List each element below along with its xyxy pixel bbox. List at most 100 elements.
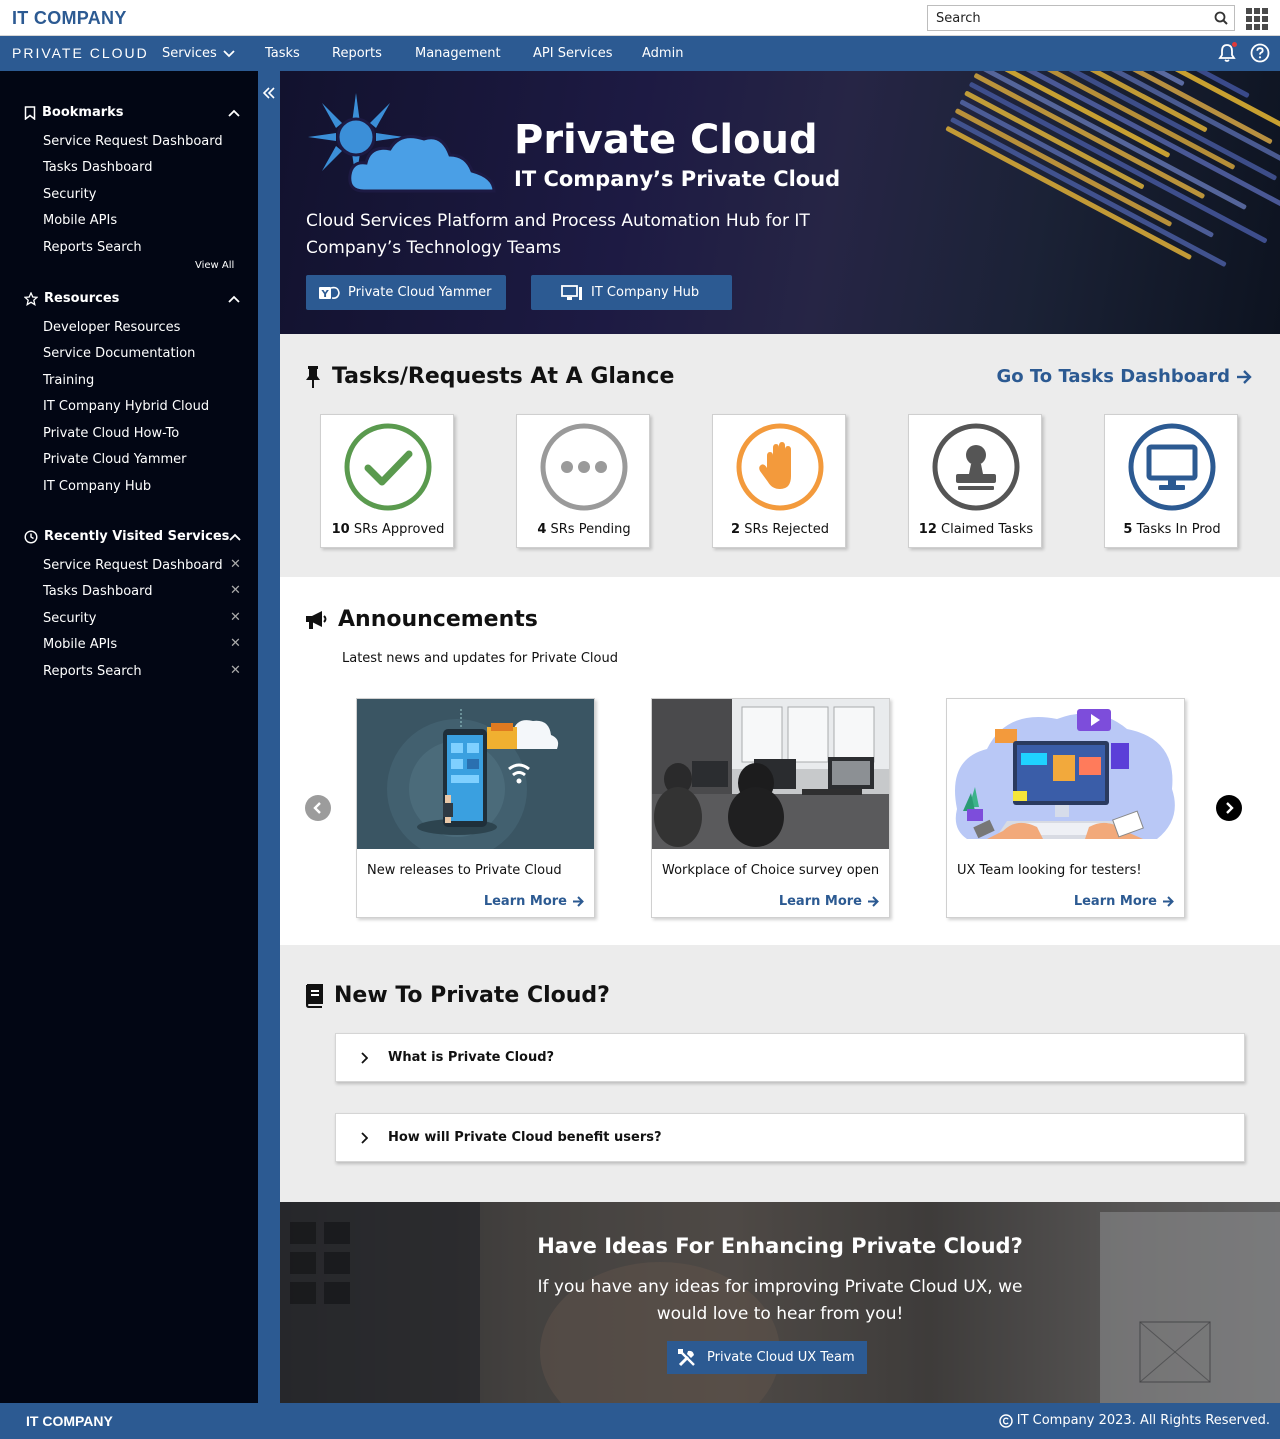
tasks-section: Tasks/Requests At A Glance Go To Tasks D… <box>280 334 1280 577</box>
sidebar-resource-item[interactable]: Developer Resources <box>43 320 180 335</box>
nav-admin[interactable]: Admin <box>642 46 683 61</box>
close-icon[interactable]: ✕ <box>230 636 241 651</box>
hero-banner: Private Cloud IT Company’s Private Cloud… <box>280 71 1280 334</box>
task-card-pending[interactable]: 4 SRs Pending <box>516 414 650 548</box>
sidebar-resource-item[interactable]: Service Documentation <box>43 346 195 361</box>
sidebar-resources-header[interactable]: Resources <box>24 291 119 306</box>
footer-copyright: IT Company 2023. All Rights Reserved. <box>999 1413 1270 1428</box>
sidebar-resources-title: Resources <box>44 291 120 306</box>
task-card-label: 10 SRs Approved <box>321 522 455 537</box>
notification-bell-icon[interactable] <box>1218 42 1237 63</box>
close-icon[interactable]: ✕ <box>230 663 241 678</box>
chevron-right-icon <box>361 1051 368 1064</box>
sidebar-recent-item[interactable]: Mobile APIs <box>43 637 117 652</box>
sidebar-resource-item[interactable]: Private Cloud How-To <box>43 426 179 441</box>
task-count: 12 <box>918 522 937 537</box>
sidebar-resource-item[interactable]: IT Company Hybrid Cloud <box>43 399 209 414</box>
app-grid-icon[interactable] <box>1246 8 1268 30</box>
learn-more-label: Learn More <box>1073 894 1157 909</box>
sidebar-bookmarks-header[interactable]: Bookmarks <box>24 105 124 120</box>
copyright-icon <box>999 1413 1013 1428</box>
task-label-text: SRs Approved <box>353 522 445 537</box>
ux-team-button-label: Private Cloud UX Team <box>707 1350 855 1365</box>
faq-question: How will Private Cloud benefit users? <box>388 1130 662 1145</box>
sidebar-recent-item[interactable]: Security <box>43 611 96 626</box>
footer-logo[interactable]: IT COMPANY <box>26 1413 113 1429</box>
close-icon[interactable]: ✕ <box>230 610 241 625</box>
announcement-card[interactable]: New releases to Private Cloud Learn More <box>356 698 595 918</box>
search-box[interactable] <box>927 5 1235 31</box>
double-chevron-left-icon[interactable] <box>263 87 275 99</box>
announcements-header: Announcements <box>304 607 538 632</box>
view-all-link[interactable]: View All <box>195 260 234 271</box>
announcement-text: New releases to Private Cloud <box>367 863 562 878</box>
faq-benefits[interactable]: How will Private Cloud benefit users? <box>335 1113 1245 1162</box>
sidebar-resource-item[interactable]: Private Cloud Yammer <box>43 452 187 467</box>
announcement-text: UX Team looking for testers! <box>957 863 1142 878</box>
arrow-right-icon <box>868 896 879 907</box>
new-to-title: New To Private Cloud? <box>334 983 610 1008</box>
close-icon[interactable]: ✕ <box>230 583 241 598</box>
sidebar-recent-item[interactable]: Reports Search <box>43 664 142 679</box>
learn-more-link[interactable]: Learn More <box>1074 894 1174 909</box>
company-hub-button[interactable]: IT Company Hub <box>531 275 732 310</box>
sidebar-bookmark-item[interactable]: Tasks Dashboard <box>43 160 153 175</box>
sidebar-recent-item[interactable]: Service Request Dashboard <box>43 558 223 573</box>
ux-team-button[interactable]: Private Cloud UX Team <box>667 1341 867 1374</box>
cloud-phone-illustration <box>357 699 594 849</box>
yammer-button[interactable]: Y Private Cloud Yammer <box>306 275 506 310</box>
ideas-banner: Have Ideas For Enhancing Private Cloud? … <box>280 1202 1280 1403</box>
nav-icons <box>1218 42 1270 63</box>
nav-management[interactable]: Management <box>415 46 501 61</box>
nav-services-label: Services <box>162 46 217 61</box>
close-icon[interactable]: ✕ <box>230 557 241 572</box>
learn-more-label: Learn More <box>483 894 567 909</box>
task-card-rejected[interactable]: 2 SRs Rejected <box>712 414 846 548</box>
task-card-approved[interactable]: 10 SRs Approved <box>320 414 454 548</box>
search-icon[interactable] <box>1214 11 1228 25</box>
go-to-tasks-dashboard-link[interactable]: Go To Tasks Dashboard <box>997 366 1252 387</box>
sidebar-resource-item[interactable]: Training <box>43 373 94 388</box>
desktop-icon <box>561 284 582 300</box>
search-input[interactable] <box>928 6 1198 30</box>
announcement-card[interactable]: Workplace of Choice survey open Learn Mo… <box>651 698 890 918</box>
bookmark-icon <box>24 105 36 120</box>
nav-brand[interactable]: PRIVATE CLOUD <box>12 45 149 61</box>
chevron-up-icon[interactable] <box>229 533 241 541</box>
new-to-header: New To Private Cloud? <box>304 983 610 1008</box>
task-card-claimed[interactable]: 12 Claimed Tasks <box>908 414 1042 548</box>
carousel-next-button[interactable] <box>1216 795 1242 821</box>
hand-stop-icon <box>736 423 824 511</box>
new-to-section: New To Private Cloud? What is Private Cl… <box>280 945 1280 1202</box>
nav-services[interactable]: Services <box>162 46 235 61</box>
learn-more-link[interactable]: Learn More <box>484 894 584 909</box>
task-card-in-prod[interactable]: 5 Tasks In Prod <box>1104 414 1238 548</box>
sidebar-collapse-strip <box>258 71 280 1403</box>
sidebar-bookmark-item[interactable]: Security <box>43 187 96 202</box>
svg-text:Y: Y <box>321 289 330 300</box>
sidebar-resource-item[interactable]: IT Company Hub <box>43 479 151 494</box>
announcement-card[interactable]: UX Team looking for testers! Learn More <box>946 698 1185 918</box>
monitor-icon <box>1128 423 1216 511</box>
arrow-right-icon <box>1163 896 1174 907</box>
sidebar-bookmark-item[interactable]: Service Request Dashboard <box>43 134 223 149</box>
sidebar-bookmark-item[interactable]: Reports Search <box>43 240 142 255</box>
chevron-up-icon[interactable] <box>228 109 240 117</box>
sidebar-recent-header[interactable]: Recently Visited Services <box>24 529 229 544</box>
check-circle-icon <box>344 423 432 511</box>
nav-api-services[interactable]: API Services <box>533 46 613 61</box>
sidebar-recent-item[interactable]: Tasks Dashboard <box>43 584 153 599</box>
chevron-up-icon[interactable] <box>228 295 240 303</box>
sidebar-recent-title: Recently Visited Services <box>44 529 230 544</box>
company-logo[interactable]: IT COMPANY <box>12 8 127 29</box>
help-icon[interactable] <box>1250 43 1270 63</box>
carousel-prev-button[interactable] <box>305 795 331 821</box>
nav-reports[interactable]: Reports <box>332 46 382 61</box>
learn-more-label: Learn More <box>778 894 862 909</box>
arrow-right-icon <box>1237 369 1252 384</box>
nav-tasks[interactable]: Tasks <box>265 46 300 61</box>
sidebar-bookmark-item[interactable]: Mobile APIs <box>43 213 117 228</box>
faq-what-is[interactable]: What is Private Cloud? <box>335 1033 1245 1082</box>
company-hub-button-label: IT Company Hub <box>591 285 700 300</box>
learn-more-link[interactable]: Learn More <box>779 894 879 909</box>
